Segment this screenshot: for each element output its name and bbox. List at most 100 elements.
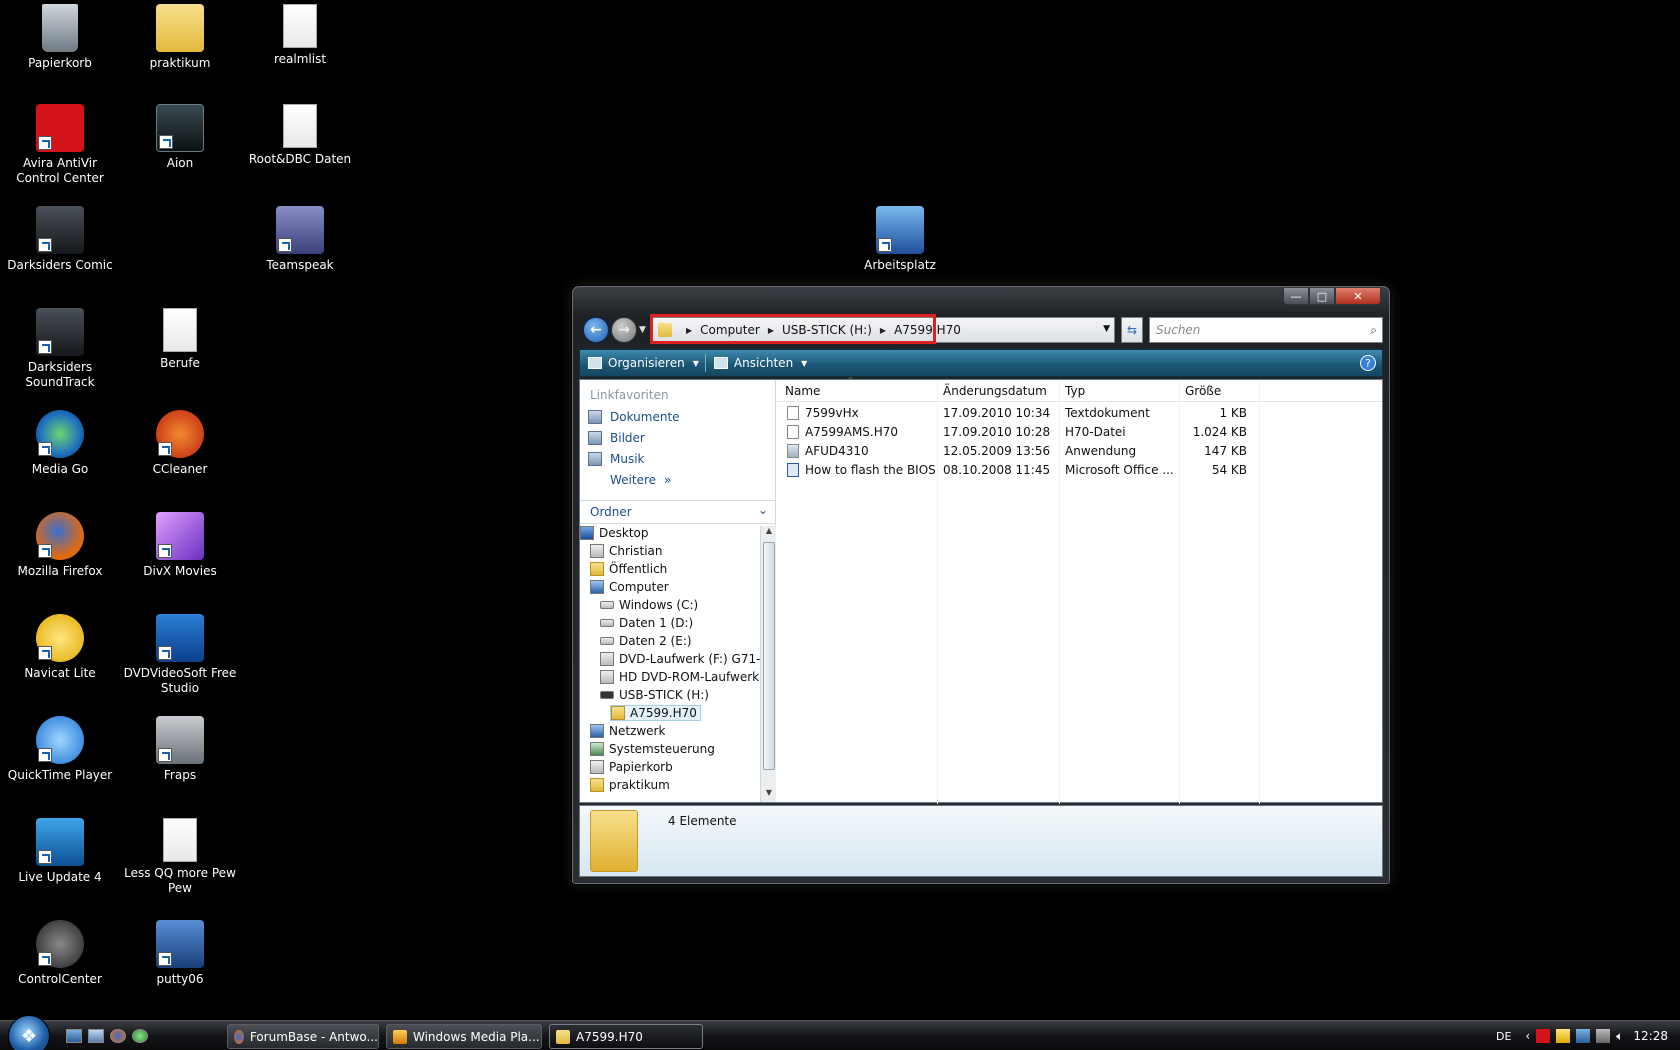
scroll-down-icon[interactable]: ▼ [761,788,777,802]
close-button[interactable]: ✕ [1335,287,1381,305]
tree-item-drive-g[interactable]: HD DVD-ROM-Laufwerk (G [600,670,760,684]
folder-icon [611,706,625,720]
desktop-icon-live-update[interactable]: Live Update 4 [0,818,120,885]
taskbar-button-explorer[interactable]: A7599.H70 [549,1024,703,1049]
taskbar-button-forumbase[interactable]: ForumBase - Antwo... [227,1024,379,1049]
file-row[interactable]: How to flash the BIOS 08.10.2008 11:45 M… [777,461,1257,479]
desktop-icon-avira[interactable]: Avira AntiVir Control Center [0,104,120,186]
desktop-icon-quicktime[interactable]: QuickTime Player [0,716,120,783]
column-date[interactable]: Änderungsdatum [943,384,1047,398]
link-pictures[interactable]: Bilder [588,431,645,445]
clock[interactable]: 12:28 [1633,1029,1668,1043]
chevron-left-icon[interactable]: ‹ [1525,1029,1530,1043]
file-date: 17.09.2010 10:28 [943,425,1051,439]
tree-item-public[interactable]: Öffentlich [590,562,667,576]
firefox-icon[interactable] [110,1029,126,1043]
desktop-icon-navicat[interactable]: Navicat Lite [0,614,120,681]
language-indicator[interactable]: DE [1496,1030,1511,1043]
tree-item-praktikum[interactable]: praktikum [590,778,670,792]
link-more[interactable]: Weitere» [588,473,671,487]
show-desktop-icon[interactable] [66,1029,82,1043]
tree-item-drive-h[interactable]: USB-STICK (H:) [600,688,709,702]
scroll-up-icon[interactable]: ▲ [761,526,777,540]
tree-item-drive-d[interactable]: Daten 1 (D:) [600,616,693,630]
tree-item-network[interactable]: Netzwerk [590,724,665,738]
desktop-icon-berufe[interactable]: Berufe [120,308,240,371]
views-button[interactable]: Ansichten ▼ [713,356,807,370]
desktop-icon-aion[interactable]: Aion [120,104,240,171]
desktop-icon-putty[interactable]: putty06 [120,920,240,987]
column-name[interactable]: Name [785,384,820,398]
desktop-icon-divx[interactable]: DivX Movies [120,512,240,579]
desktop-icon-papierkorb[interactable]: Papierkorb [0,4,120,71]
search-input[interactable]: Suchen ⌕ [1149,317,1383,343]
breadcrumb-current-folder[interactable]: A7599.H70 [894,323,961,337]
start-button[interactable]: ❖ [8,1015,50,1050]
back-button[interactable]: ← [583,317,609,343]
file-row[interactable]: 7599vHx 17.09.2010 10:34 Textdokument 1 … [777,404,1257,422]
network-icon[interactable] [1576,1029,1591,1043]
recent-pages-dropdown[interactable]: ▼ [639,325,646,335]
tree-item-control-panel[interactable]: Systemsteuerung [590,742,715,756]
link-documents[interactable]: Dokumente [588,410,680,424]
tree-item-a7599[interactable]: A7599.H70 [610,705,701,721]
address-bar[interactable]: ▶ Computer ▶ USB-STICK (H:) ▶ A7599.H70 … [650,314,1115,344]
help-button[interactable]: ? [1360,355,1376,371]
file-row[interactable]: AFUD4310 12.05.2009 13:56 Anwendung 147 … [777,442,1257,460]
search-icon[interactable]: ⌕ [1370,323,1377,338]
chevron-right-icon[interactable]: ▶ [686,326,692,335]
chevron-right-icon[interactable]: ▶ [768,326,774,335]
desktop-icon-root-dbc[interactable]: Root&DBC Daten [240,104,360,167]
desktop-icon-fraps[interactable]: Fraps [120,716,240,783]
column-type[interactable]: Typ [1065,384,1085,398]
organize-button[interactable]: Organisieren ▼ [588,356,699,370]
toolbar-separator [704,354,706,372]
desktop-icon-darksiders-comic[interactable]: Darksiders Comic [0,206,120,273]
tree-item-drive-c[interactable]: Windows (C:) [600,598,698,612]
desktop-icon-teamspeak[interactable]: Teamspeak [240,206,360,273]
breadcrumb-computer[interactable]: Computer [700,323,760,337]
desktop-icon-darksiders-soundtrack[interactable]: Darksiders SoundTrack [0,308,120,390]
forward-button[interactable]: → [611,317,637,343]
explorer-window[interactable]: — □ ✕ ← → ▼ ▶ Computer ▶ USB-STICK (H:) … [572,286,1390,884]
switch-windows-icon[interactable] [88,1029,104,1043]
windows-logo-icon: ❖ [20,1025,38,1047]
tree-item-computer[interactable]: Computer [590,580,669,594]
breadcrumb-usb-stick[interactable]: USB-STICK (H:) [782,323,872,337]
desktop-icon-dvdvideosoft[interactable]: DVDVideoSoft Free Studio [120,614,240,696]
desktop-icon-controlcenter[interactable]: ControlCenter [0,920,120,987]
media-go-icon [36,410,84,458]
taskbar-button-media-player[interactable]: Windows Media Pla... [386,1024,542,1049]
volume-icon[interactable]: 🔈︎ [1616,1029,1623,1044]
icq-icon[interactable] [132,1029,148,1043]
scroll-thumb[interactable] [763,542,775,770]
tree-item-drive-f[interactable]: DVD-Laufwerk (F:) G71-MA [600,652,760,666]
avira-tray-icon[interactable] [1536,1029,1551,1043]
folder-icon [658,323,672,337]
tree-item-desktop[interactable]: Desktop [580,526,649,540]
chevron-down-icon[interactable]: ▼ [1103,324,1110,334]
desktop-icon-less-qq[interactable]: Less QQ more Pew Pew [120,818,240,896]
chevron-right-icon[interactable]: ▶ [880,326,886,335]
refresh-icon: ⇆ [1126,323,1138,337]
maximize-button[interactable]: □ [1309,287,1335,305]
desktop-icon-media-go[interactable]: Media Go [0,410,120,477]
tree-item-recycle-bin[interactable]: Papierkorb [590,760,673,774]
desktop-icon-arbeitsplatz[interactable]: Arbeitsplatz [840,206,960,273]
desktop-icon-praktikum[interactable]: praktikum [120,4,240,71]
safely-remove-icon[interactable] [1596,1029,1611,1043]
link-music[interactable]: Musik [588,452,645,466]
organize-icon [588,357,602,369]
desktop-icon-realmlist[interactable]: realmlist [240,4,360,67]
folders-header[interactable]: Ordner ⌄ [580,500,776,524]
file-row[interactable]: A7599AMS.H70 17.09.2010 10:28 H70-Datei … [777,423,1257,441]
minimize-button[interactable]: — [1283,287,1309,305]
tree-item-christian[interactable]: Christian [590,544,663,558]
tree-item-drive-e[interactable]: Daten 2 (E:) [600,634,692,648]
column-size[interactable]: Größe [1185,384,1221,398]
desktop-icon-firefox[interactable]: Mozilla Firefox [0,512,120,579]
refresh-button[interactable]: ⇆ [1121,317,1143,343]
desktop-icon-ccleaner[interactable]: CCleaner [120,410,240,477]
tray-app-icon[interactable] [1556,1029,1571,1043]
tree-scrollbar[interactable]: ▲ ▼ [760,526,776,802]
